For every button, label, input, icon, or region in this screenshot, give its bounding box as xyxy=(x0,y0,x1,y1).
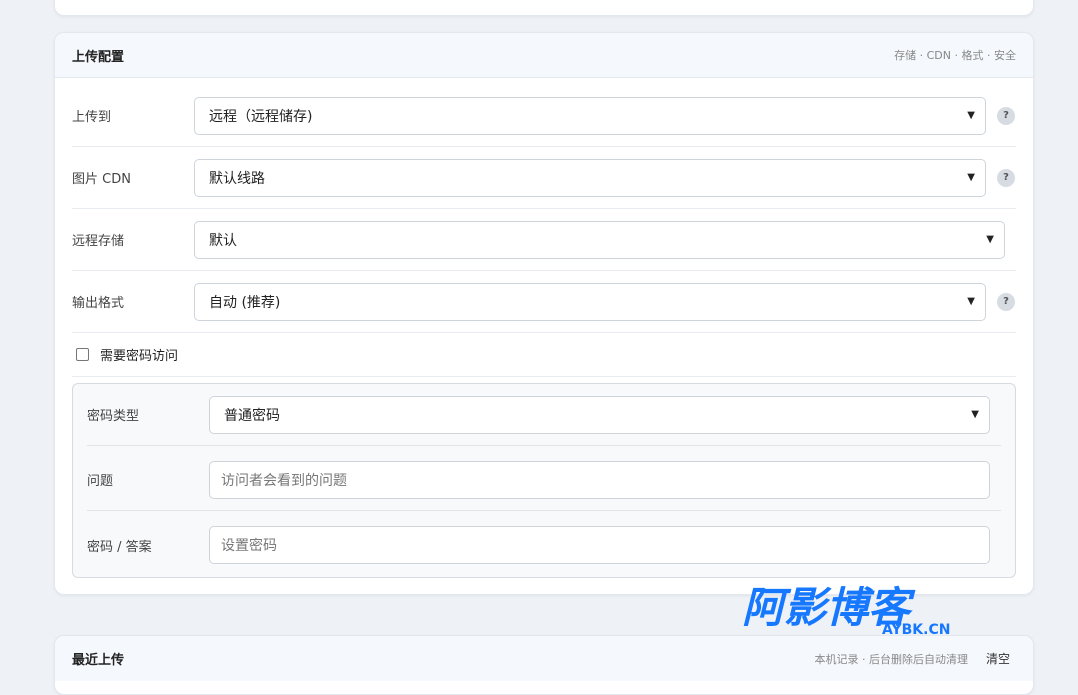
question-input[interactable]: 访问者会看到的问题 xyxy=(209,460,990,499)
upload-config-subtitle: 存储 · CDN · 格式 · 安全 xyxy=(894,49,1016,62)
password-required-checkbox[interactable] xyxy=(76,347,89,361)
image-cdn-label: 图片 CDN xyxy=(72,172,131,187)
recent-uploads-card: 最近上传 本机记录 · 后台删除后自动清理 清空 xyxy=(54,635,1034,695)
recent-uploads-header: 最近上传 本机记录 · 后台删除后自动清理 清空 xyxy=(55,636,1033,681)
chevron-down-icon: ▼ xyxy=(967,172,975,183)
recent-uploads-actions: 本机记录 · 后台删除后自动清理 清空 xyxy=(814,650,1016,667)
upload-config-title: 上传配置 xyxy=(72,49,125,65)
password-type-label: 密码类型 xyxy=(87,409,140,424)
password-type-value: 普通密码 xyxy=(224,407,280,424)
upload-to-label: 上传到 xyxy=(72,110,112,125)
password-required-label[interactable]: 需要密码访问 xyxy=(100,345,178,364)
remote-storage-row: 远程存储 默认 ▼ xyxy=(72,209,1016,271)
output-format-select[interactable]: 自动 (推荐) ▼ xyxy=(194,282,986,321)
chevron-down-icon: ▼ xyxy=(971,409,979,420)
remote-storage-select[interactable]: 默认 ▼ xyxy=(194,220,1005,259)
help-icon[interactable]: ? xyxy=(997,168,1015,187)
previous-card xyxy=(54,0,1034,16)
output-format-label: 输出格式 xyxy=(72,296,125,311)
password-type-row: 密码类型 普通密码 ▼ xyxy=(87,384,1001,446)
recent-uploads-title: 最近上传 xyxy=(72,653,125,668)
chevron-down-icon: ▼ xyxy=(967,296,975,307)
image-cdn-select[interactable]: 默认线路 ▼ xyxy=(194,158,986,197)
clear-button[interactable]: 清空 xyxy=(986,650,1010,667)
chevron-down-icon: ▼ xyxy=(986,234,994,245)
upload-to-row: 上传到 远程（远程储存) ▼ ? xyxy=(72,85,1016,147)
chevron-down-icon: ▼ xyxy=(967,110,975,121)
watermark-logo: 阿影博客 AYBK.CN xyxy=(742,583,950,638)
output-format-value: 自动 (推荐) xyxy=(209,294,281,311)
question-placeholder: 访问者会看到的问题 xyxy=(221,472,347,489)
help-icon[interactable]: ? xyxy=(997,106,1015,125)
question-row: 问题 访问者会看到的问题 xyxy=(87,449,1001,511)
question-label: 问题 xyxy=(87,474,114,489)
remote-storage-value: 默认 xyxy=(209,232,237,249)
watermark-domain-text: AYBK.CN xyxy=(882,622,950,638)
answer-row: 密码 / 答案 设置密码 xyxy=(87,514,1001,576)
image-cdn-value: 默认线路 xyxy=(209,170,265,187)
recent-uploads-subtitle: 本机记录 · 后台删除后自动清理 xyxy=(814,652,968,666)
upload-to-value: 远程（远程储存) xyxy=(209,108,313,125)
password-type-select[interactable]: 普通密码 ▼ xyxy=(209,395,990,434)
image-cdn-row: 图片 CDN 默认线路 ▼ ? xyxy=(72,147,1016,209)
password-required-row: 需要密码访问 xyxy=(72,332,1016,377)
answer-input[interactable]: 设置密码 xyxy=(209,526,990,564)
output-format-row: 输出格式 自动 (推荐) ▼ ? xyxy=(72,271,1016,333)
upload-config-card: 上传配置 存储 · CDN · 格式 · 安全 上传到 远程（远程储存) ▼ ?… xyxy=(54,32,1034,595)
password-settings-panel: 密码类型 普通密码 ▼ 问题 访问者会看到的问题 密码 / 答案 设置密码 xyxy=(72,383,1016,578)
upload-config-header: 上传配置 存储 · CDN · 格式 · 安全 xyxy=(55,33,1033,78)
answer-label: 密码 / 答案 xyxy=(87,539,152,555)
upload-to-select[interactable]: 远程（远程储存) ▼ xyxy=(194,96,986,135)
help-icon[interactable]: ? xyxy=(997,292,1015,311)
remote-storage-label: 远程存储 xyxy=(72,234,125,249)
answer-placeholder: 设置密码 xyxy=(221,538,277,554)
